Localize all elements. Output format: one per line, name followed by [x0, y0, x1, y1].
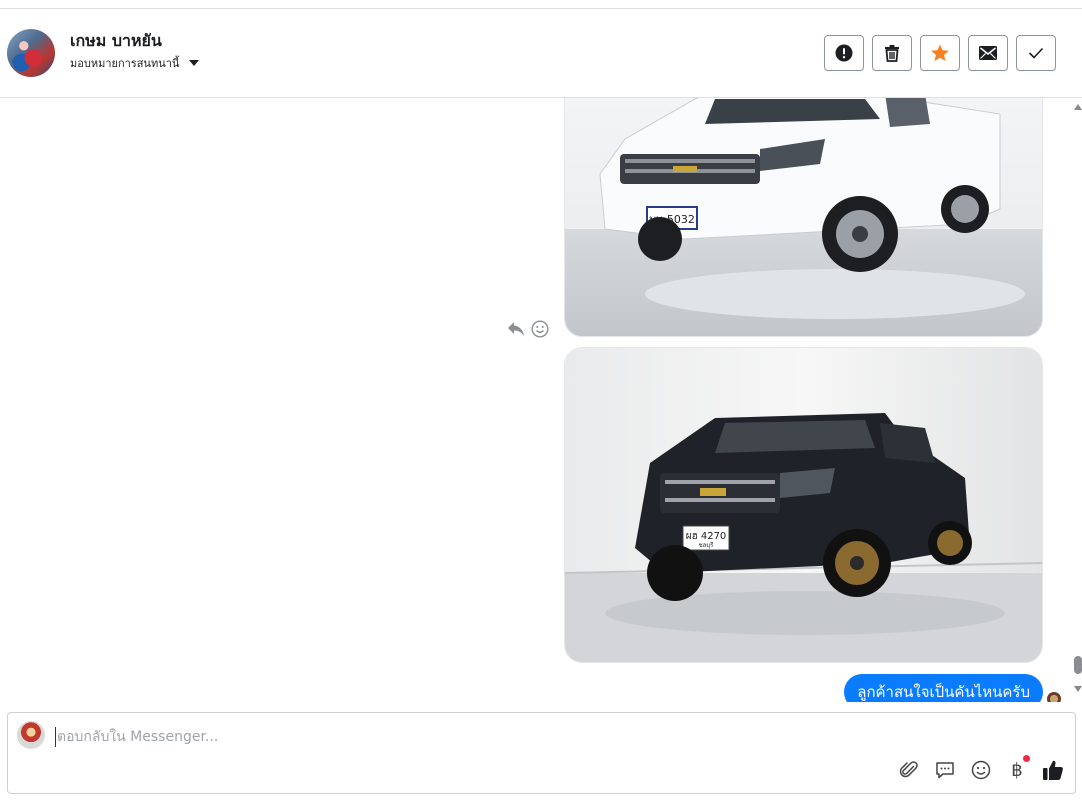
star-icon [931, 44, 949, 61]
scroll-down-arrow-icon[interactable] [1074, 686, 1082, 692]
reply-icon[interactable] [507, 321, 525, 337]
star-button[interactable] [920, 35, 960, 71]
baht-icon: ฿ [1011, 759, 1023, 781]
like-button[interactable] [1042, 759, 1064, 781]
message-composer: ฿ [7, 712, 1076, 794]
attach-button[interactable] [898, 759, 920, 781]
contact-name[interactable]: เกษม บาหยัน [70, 29, 162, 54]
emoji-button[interactable] [970, 759, 992, 781]
saved-replies-button[interactable] [934, 759, 956, 781]
message-image-white-truck[interactable]: บษ 5032 [564, 98, 1043, 337]
checkmark-icon [1028, 47, 1044, 59]
scroll-thumb[interactable] [1074, 656, 1082, 674]
black-truck-plate-province: ชลบุรี [699, 541, 715, 549]
mark-done-button[interactable] [1016, 35, 1056, 71]
conversation-header: เกษม บาหยัน มอบหมายการสนทนานี้ [0, 9, 1082, 98]
conversation-scrollbar[interactable] [1072, 98, 1082, 702]
exclamation-icon [835, 44, 853, 62]
page-avatar [17, 721, 45, 749]
delete-button[interactable] [872, 35, 912, 71]
chat-bubble-icon [936, 762, 954, 779]
payment-button[interactable]: ฿ [1006, 755, 1030, 781]
contact-avatar[interactable] [7, 29, 55, 77]
conversation-thread: บษ 5032 ผฮ 4270 ชลบุรี ลูกค้าสนใจเป็นคัน… [0, 98, 1082, 702]
black-truck-plate: ผฮ 4270 [686, 531, 727, 542]
notification-dot [1023, 755, 1030, 762]
assign-label: มอบหมายการสนทนานี้ [70, 57, 180, 70]
smiley-icon [971, 760, 991, 780]
white-truck-photo: บษ 5032 [565, 98, 1042, 336]
seen-avatar [1047, 692, 1061, 702]
mark-unread-button[interactable] [968, 35, 1008, 71]
outgoing-message-bubble[interactable]: ลูกค้าสนใจเป็นคันไหนครับ [844, 674, 1043, 702]
envelope-icon [979, 46, 997, 60]
header-actions [824, 35, 1056, 71]
paperclip-icon [899, 761, 918, 778]
react-emoji-icon[interactable] [531, 320, 549, 338]
report-button[interactable] [824, 35, 864, 71]
caret-down-icon [189, 60, 200, 66]
thumbs-up-icon [1043, 760, 1063, 780]
black-truck-photo: ผฮ 4270 ชลบุรี [565, 348, 1042, 662]
trash-icon [885, 45, 899, 62]
message-tools [507, 320, 549, 338]
assign-conversation-dropdown[interactable]: มอบหมายการสนทนานี้ [70, 54, 200, 72]
message-image-black-truck[interactable]: ผฮ 4270 ชลบุรี [564, 347, 1043, 663]
composer-tools: ฿ [898, 755, 1064, 781]
reply-input[interactable] [55, 727, 955, 747]
scroll-up-arrow-icon[interactable] [1074, 104, 1082, 110]
